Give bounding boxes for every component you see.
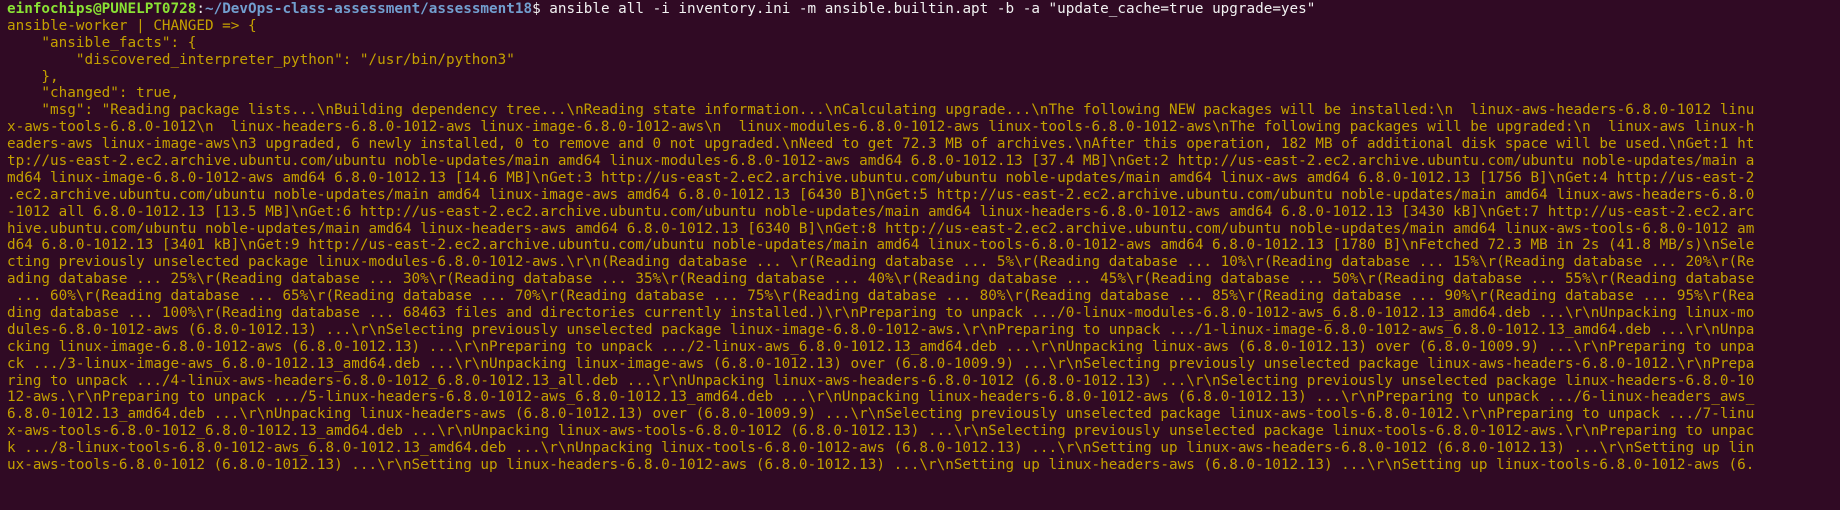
- output-line: "discovered_interpreter_python": "/usr/b…: [7, 51, 515, 68]
- output-line: -1012 all 6.8.0-1012.13 [13.5 MB]\nGet:6…: [7, 203, 1755, 220]
- output-line: .ec2.archive.ubuntu.com/ubuntu noble-upd…: [7, 186, 1755, 203]
- output-line: ck .../3-linux-image-aws_6.8.0-1012.13_a…: [7, 355, 1755, 372]
- output-line: tp://us-east-2.ec2.archive.ubuntu.com/ub…: [7, 153, 1755, 170]
- prompt-user-host: einfochips@PUNELPT0728: [7, 1, 197, 17]
- output-line: hive.ubuntu.com/ubuntu noble-updates/mai…: [7, 220, 1755, 237]
- output-line: ux-aws-tools-6.8.0-1012 (6.8.0-1012.13) …: [7, 457, 1755, 474]
- output-line: 12-aws.\r\nPreparing to unpack .../5-lin…: [7, 389, 1755, 406]
- output-line: d64 6.8.0-1012.13 [3401 kB]\nGet:9 http:…: [7, 237, 1755, 254]
- output-line: "changed": true,: [7, 85, 180, 102]
- output-line: "ansible_facts": {: [7, 34, 197, 51]
- output-line: dules-6.8.0-1012-aws (6.8.0-1012.13) ...…: [7, 321, 1755, 338]
- output-line: k .../8-linux-tools-6.8.0-1012-aws_6.8.0…: [7, 440, 1755, 457]
- output-line: ansible-worker | CHANGED => {: [7, 17, 257, 34]
- output-line: ading database ... 25%\r(Reading databas…: [7, 271, 1755, 288]
- entered-command: ansible all -i inventory.ini -m ansible.…: [549, 1, 1316, 17]
- output-line: x-aws-tools-6.8.0-1012_6.8.0-1012.13_amd…: [7, 423, 1755, 440]
- prompt-dollar: $: [532, 1, 550, 17]
- output-line: cking linux-image-6.8.0-1012-aws (6.8.0-…: [7, 338, 1755, 355]
- output-line: x-aws-tools-6.8.0-1012\n linux-headers-6…: [7, 119, 1755, 136]
- output-line: "msg": "Reading package lists...\nBuildi…: [7, 102, 1755, 119]
- output-line: ... 60%\r(Reading database ... 65%\r(Rea…: [7, 288, 1755, 305]
- command-prompt-line: einfochips@PUNELPT0728:~/DevOps-class-as…: [7, 1, 1840, 18]
- output-line: },: [7, 68, 59, 85]
- output-line: md64 linux-image-6.8.0-1012-aws amd64 6.…: [7, 169, 1755, 186]
- output-line: ring to unpack .../4-linux-aws-headers-6…: [7, 372, 1755, 389]
- prompt-path: ~/DevOps-class-assessment/assessment18: [204, 1, 533, 17]
- command-output: ansible-worker | CHANGED => { "ansible_f…: [7, 18, 1840, 474]
- prompt-separator: :: [196, 1, 205, 17]
- output-line: 6.8.0-1012.13_amd64.deb ...\r\nUnpacking…: [7, 406, 1755, 423]
- terminal-window[interactable]: einfochips@PUNELPT0728:~/DevOps-class-as…: [0, 0, 1840, 510]
- output-line: cting previously unselected package linu…: [7, 254, 1755, 271]
- output-line: ding database ... 100%\r(Reading databas…: [7, 305, 1755, 322]
- output-line: eaders-aws linux-image-aws\n3 upgraded, …: [7, 136, 1755, 153]
